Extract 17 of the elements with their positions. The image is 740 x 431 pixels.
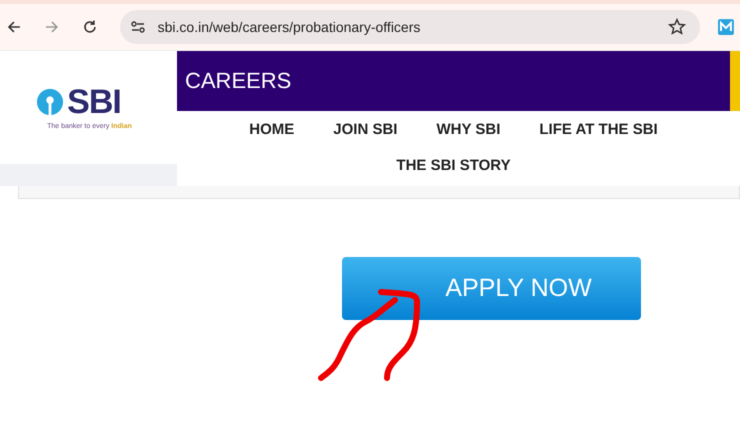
nav-link[interactable]: THE SBI STORY xyxy=(396,157,511,174)
banner-title: CAREERS xyxy=(185,68,292,94)
nav-link[interactable]: WHY SBI xyxy=(436,121,500,138)
nav-link[interactable]: LIFE AT THE SBI xyxy=(539,121,658,138)
accent-bar xyxy=(730,51,740,111)
nav-link[interactable]: HOME xyxy=(249,121,294,138)
site-settings-icon[interactable] xyxy=(130,19,146,35)
back-icon[interactable] xyxy=(6,19,22,35)
star-icon[interactable] xyxy=(668,18,686,36)
address-bar[interactable]: sbi.co.in/web/careers/probationary-officers xyxy=(120,10,700,44)
logo-icon xyxy=(36,88,64,116)
logo-text: SBI xyxy=(67,85,121,119)
forward-icon[interactable] xyxy=(44,19,60,35)
reload-icon[interactable] xyxy=(82,19,98,35)
url-text: sbi.co.in/web/careers/probationary-officers xyxy=(158,19,422,35)
nav-link[interactable]: JOIN SBI xyxy=(333,121,398,138)
extension-icon[interactable] xyxy=(718,19,734,35)
